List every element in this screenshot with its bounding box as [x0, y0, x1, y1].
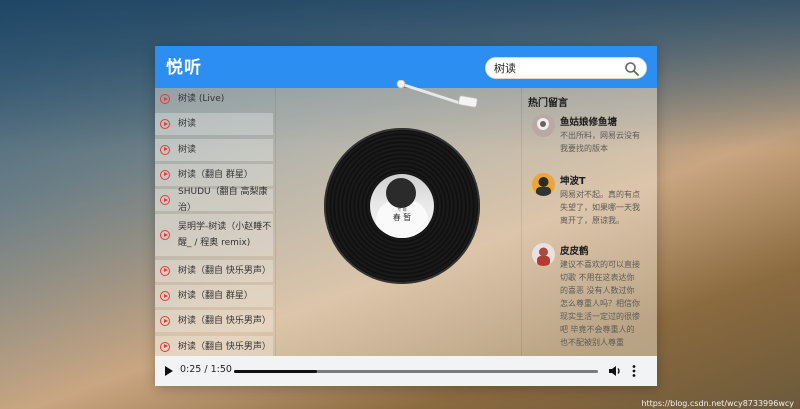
- tonearm-icon: [396, 80, 478, 108]
- search-box: [485, 57, 647, 79]
- song-title: SHUDU（翻自 高梨康治）: [178, 187, 268, 214]
- song-item[interactable]: 树读: [155, 138, 273, 161]
- play-circle-icon[interactable]: [160, 144, 170, 155]
- play-circle-icon[interactable]: [160, 341, 170, 352]
- progress-slider[interactable]: [234, 370, 598, 373]
- comments-title: 热门留言: [528, 98, 568, 109]
- audio-controls: 0:25 / 1:50: [155, 356, 657, 386]
- comment-text: 建议不喜欢的可以直接切歌 不用在这表达你的喜恶 没有人数过你怎么尊重人吗？相信你…: [560, 260, 640, 347]
- song-item[interactable]: SHUDU（翻自 高梨康治）: [155, 187, 273, 213]
- play-circle-icon[interactable]: [160, 265, 170, 276]
- now-playing-area: 专 辑 春 暂: [276, 80, 521, 356]
- song-list: 树读 (Live) 树读 树读 树读（翻自 群星） SHUDU（翻自 高梨康治）…: [155, 88, 276, 356]
- song-item[interactable]: 吴明学-树读（小赵睡不醒_ / 程奥 remix): [155, 214, 273, 257]
- playback-time: 0:25 / 1:50: [180, 364, 232, 375]
- song-title: 树读（翻自 群星）: [178, 169, 253, 180]
- song-item[interactable]: 树读（翻自 快乐男声）: [155, 310, 273, 333]
- progress-fill: [234, 370, 317, 373]
- play-circle-icon[interactable]: [160, 169, 170, 180]
- search-icon[interactable]: [624, 61, 640, 77]
- song-item[interactable]: 树读 (Live): [155, 88, 273, 110]
- comment-author: 鱼姑娘修鱼塘: [560, 117, 618, 128]
- song-title: 树读: [178, 144, 197, 155]
- more-options-icon[interactable]: [631, 364, 637, 378]
- album-cover: 专 辑 春 暂: [370, 174, 434, 238]
- comment-author: 皮皮鹤: [560, 246, 589, 257]
- song-title: 树读（翻自 快乐男声）: [178, 316, 271, 327]
- album-cover-text: 春 暂: [392, 213, 412, 222]
- play-icon[interactable]: [164, 365, 174, 377]
- avatar: [532, 114, 555, 137]
- watermark: https://blog.csdn.net/wcy8733996wcy: [641, 399, 794, 408]
- play-circle-icon[interactable]: [160, 119, 170, 130]
- comment-text: 不出所料，网易云没有我要找的版本: [560, 131, 640, 153]
- song-title: 吴明学-树读（小赵睡不醒_ / 程奥 remix): [178, 222, 272, 249]
- play-circle-icon[interactable]: [160, 94, 170, 104]
- comment-item: 皮皮鹤 建议不喜欢的可以直接切歌 不用在这表达你的喜恶 没有人数过你怎么尊重人吗…: [532, 243, 656, 355]
- comment-item: 鱼姑娘修鱼塘 不出所料，网易云没有我要找的版本: [532, 114, 656, 159]
- search-input[interactable]: [494, 59, 614, 77]
- app-logo: 悦听: [166, 58, 202, 78]
- comment-item: 坤波T 网易对不起。真的有点失望了，如果哪一天我离开了，原谅我。: [532, 173, 656, 228]
- avatar: [532, 243, 555, 266]
- play-circle-icon[interactable]: [160, 230, 170, 241]
- avatar: [532, 173, 555, 196]
- play-circle-icon[interactable]: [160, 291, 170, 302]
- song-item[interactable]: 树读（翻自 群星）: [155, 285, 273, 308]
- comment-author: 坤波T: [560, 176, 586, 187]
- song-item[interactable]: 树读（翻自 快乐男声）: [155, 335, 273, 356]
- music-player-window: 悦听 树读 (Live) 树读 树读 树读（翻自 群星） SHUDU（翻自 高梨…: [155, 46, 657, 386]
- play-circle-icon[interactable]: [160, 195, 170, 206]
- vinyl-record: 专 辑 春 暂: [324, 128, 480, 284]
- cover-portrait: [386, 178, 416, 208]
- song-item[interactable]: 树读（翻自 快乐男声）: [155, 259, 273, 282]
- play-circle-icon[interactable]: [160, 316, 170, 327]
- hot-comments-panel: 热门留言 鱼姑娘修鱼塘 不出所料，网易云没有我要找的版本 坤波T 网易对不起。真…: [521, 88, 657, 356]
- song-title: 树读（翻自 快乐男声）: [178, 341, 271, 352]
- comment-text: 网易对不起。真的有点失望了，如果哪一天我离开了，原谅我。: [560, 190, 640, 225]
- song-item[interactable]: 树读（翻自 群星）: [155, 163, 273, 186]
- song-title: 树读: [178, 119, 197, 130]
- volume-icon[interactable]: [608, 364, 622, 378]
- song-title: 树读 (Live): [178, 94, 225, 104]
- song-title: 树读（翻自 快乐男声）: [178, 265, 271, 276]
- song-item[interactable]: 树读: [155, 113, 273, 136]
- song-title: 树读（翻自 群星）: [178, 291, 253, 302]
